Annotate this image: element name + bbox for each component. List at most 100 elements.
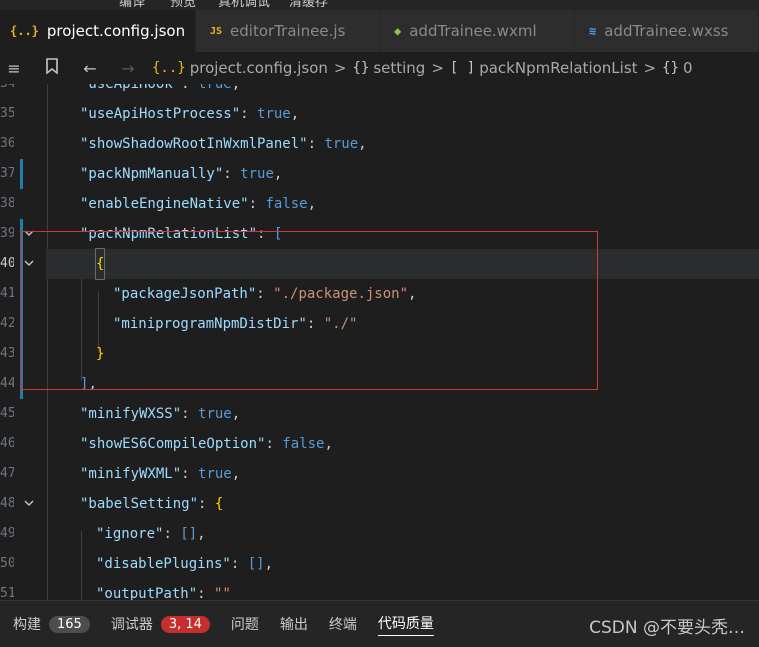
json-file-icon: {..} [10, 24, 39, 38]
chevron-right-icon: > [333, 59, 347, 77]
code-token: : [248, 196, 266, 212]
code-token: "" [214, 586, 231, 600]
line-code: "packageJsonPath": "./package.json", [113, 279, 416, 309]
code-token: true [324, 136, 359, 152]
code-token: : [306, 316, 324, 332]
code-token: true [257, 106, 291, 122]
code-token: , [197, 526, 206, 542]
breadcrumb-file[interactable]: project.config.json [190, 59, 328, 77]
breadcrumb-item[interactable]: 0 [683, 59, 693, 77]
code-token: "miniprogramNpmDistDir" [113, 316, 307, 332]
chevron-down-icon[interactable] [23, 227, 35, 239]
code-line: 50 "disablePlugins": [], [0, 549, 759, 579]
menu-icon[interactable]: ≡ [4, 59, 24, 78]
tab-output[interactable]: 输出 [280, 614, 308, 634]
code-token: : [181, 466, 199, 482]
code-token: "disablePlugins" [96, 556, 231, 572]
line-number: 42 [0, 316, 14, 331]
code-token: "./package.json" [273, 286, 409, 302]
line-code: { [94, 248, 106, 280]
tab-problems[interactable]: 问题 [231, 614, 259, 634]
code-token: , [231, 466, 241, 482]
code-token: true [198, 406, 232, 422]
menu-remote-debug[interactable]: 真机调试 [218, 0, 270, 10]
tab-label: project.config.json [46, 22, 186, 40]
line-number: 35 [0, 106, 14, 121]
code-token: , [264, 556, 274, 572]
code-token: { [214, 496, 224, 512]
breadcrumb-list[interactable]: packNpmRelationList [479, 59, 637, 77]
tab-editor-trainee-js[interactable]: JS editorTrainee.js [196, 10, 380, 52]
wxml-file-icon: ◆ [394, 24, 402, 38]
chevron-right-icon: > [431, 59, 444, 77]
line-code: "minifyWXML": true, [80, 459, 240, 489]
code-token: [] [247, 556, 265, 572]
line-number: 34 [0, 84, 14, 99]
code-line: 39 "packNpmRelationList": [ [0, 219, 759, 249]
line-code: "babelSetting": { [80, 489, 223, 519]
line-number: 50 [0, 556, 14, 571]
chevron-down-icon[interactable] [23, 257, 35, 269]
array-icon: [ ] [449, 60, 476, 76]
line-number: 41 [0, 286, 14, 301]
code-line: 45 "minifyWXSS": true, [0, 399, 759, 429]
code-token: : [307, 136, 325, 152]
line-code: "ignore": [], [96, 519, 206, 549]
modified-line-marker [20, 159, 23, 189]
code-line-current: 40 { [0, 248, 759, 280]
arrow-left-icon[interactable]: ← [80, 59, 100, 78]
tab-add-trainee-wxss[interactable]: ≋ addTrainee.wxss [575, 10, 759, 52]
code-line: 49 "ignore": [], [0, 519, 759, 549]
line-number: 45 [0, 406, 14, 421]
code-token: "packNpmManually" [80, 166, 224, 182]
menu-preview[interactable]: 预览 [170, 0, 196, 10]
tab-debugger[interactable]: 调试器 3, 14 [111, 614, 210, 634]
menu-clear-cache[interactable]: 清缓存 [289, 0, 328, 10]
code-token: : [198, 496, 215, 512]
code-line: 38 "enableEngineNative": false, [0, 189, 759, 219]
object-icon: {} [662, 60, 679, 76]
tab-terminal[interactable]: 终端 [329, 614, 357, 634]
wxss-file-icon: ≋ [589, 24, 597, 38]
line-code: "outputPath": "" [96, 579, 231, 600]
line-number: 40 [0, 256, 14, 271]
code-token: } [96, 346, 105, 362]
line-code: "minifyWXSS": true, [80, 399, 240, 429]
arrow-right-icon[interactable]: → [118, 59, 138, 78]
menu-compile[interactable]: 编译 [119, 0, 145, 10]
code-token: , [307, 196, 317, 212]
code-token: "useApiHook" [80, 84, 182, 92]
code-token: "outputPath" [96, 586, 198, 600]
code-token: , [324, 436, 333, 452]
line-number: 38 [0, 196, 14, 211]
code-token: false [265, 196, 308, 212]
tab-project-config[interactable]: {..} project.config.json ✕ [0, 10, 208, 52]
chevron-right-icon: > [643, 59, 657, 77]
editor-tab-bar: {..} project.config.json ✕ JS editorTrai… [0, 10, 759, 52]
code-token: , [408, 286, 417, 302]
js-file-icon: JS [210, 25, 223, 37]
line-code: "useApiHostProcess": true, [80, 99, 299, 129]
code-token: true [198, 84, 232, 92]
tab-label: editorTrainee.js [230, 22, 346, 40]
line-code: "enableEngineNative": false, [80, 189, 316, 219]
bookmark-icon[interactable] [42, 58, 62, 78]
code-token: : [240, 106, 258, 122]
line-number: 51 [0, 586, 14, 600]
code-line: 41 "packageJsonPath": "./package.json", [0, 279, 759, 309]
line-code: "useApiHook": true, [80, 84, 240, 99]
tab-code-quality[interactable]: 代码质量 [377, 613, 434, 636]
breadcrumb-setting[interactable]: setting [373, 59, 425, 77]
chevron-down-icon[interactable] [23, 497, 35, 509]
code-token: "babelSetting" [80, 496, 199, 512]
tab-add-trainee-wxml[interactable]: ◆ addTrainee.wxml [380, 10, 575, 52]
code-line: 48 "babelSetting": { [0, 489, 759, 519]
watermark: CSDN @不要头秃… [589, 618, 745, 638]
code-editor[interactable]: 34 "useApiHook": true, 35 "useApiHostPro… [0, 84, 759, 600]
code-token: , [273, 166, 283, 182]
code-token: "packageJsonPath" [113, 286, 257, 302]
modified-line-marker [20, 309, 23, 339]
code-line: 35 "useApiHostProcess": true, [0, 99, 759, 129]
code-token: false [282, 436, 325, 452]
tab-build[interactable]: 构建 165 [13, 614, 90, 634]
